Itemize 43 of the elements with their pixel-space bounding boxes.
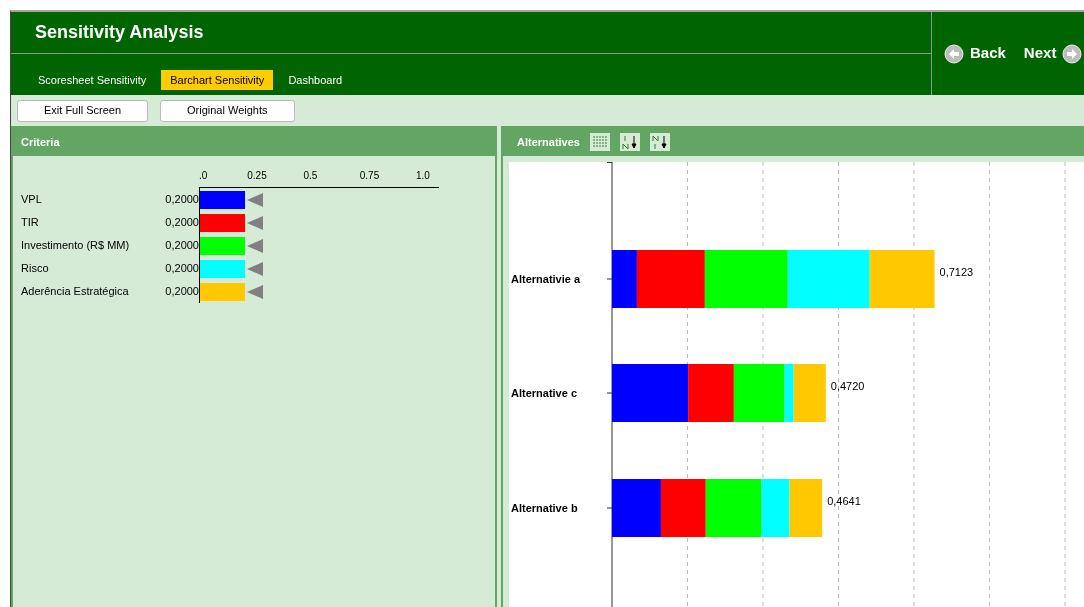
value-label: 0,7123 [939,266,974,278]
criterion-weight: 0,2000 [164,238,199,254]
sort-ascending-icon[interactable] [620,133,640,151]
criterion-label: Investimento (R$ MM) [21,238,131,254]
category-label: Alternative b [511,502,578,514]
slider-handle-icon[interactable] [247,238,263,253]
bar-segment [869,250,935,308]
slider-handle-icon[interactable] [247,215,263,230]
back-button[interactable]: Back [970,42,1006,65]
slider-handle-icon[interactable] [247,284,263,299]
tab[interactable]: Barchart Sensitivity [161,69,274,90]
sort-descending-icon[interactable] [650,133,670,151]
axis-tick-label: 1.0 [416,169,430,183]
category-label: Alternativie a [511,273,581,285]
bar-segment [660,479,706,537]
criterion-label: VPL [21,192,43,208]
axis-tick-label: 0.5 [303,169,318,183]
category-label: Alternative c [511,387,578,399]
criterion-weight: 0,2000 [164,192,199,208]
criterion-label: Risco [21,261,50,277]
criterion-weight: 0,2000 [164,261,199,277]
slider-handle-icon[interactable] [247,192,263,207]
toolbar-button[interactable]: Exit Full Screen [17,99,149,122]
criterion-weight: 0,2000 [164,284,199,300]
value-label: 0,4641 [827,495,861,507]
value-label: 0,4720 [830,380,865,392]
tab[interactable]: Dashboard [279,69,352,90]
list-icon[interactable] [590,133,610,151]
axis-tick-label: .0 [199,169,208,183]
axis-tick-label: 0.75 [359,169,380,183]
next-button[interactable]: Next [1023,42,1057,65]
panel-title: Alternatives [517,134,580,150]
criterion-weight: 0,2000 [164,215,199,231]
axis-tick-label: 0.25 [247,169,267,183]
slider-handle-icon[interactable] [247,261,263,276]
bar-segment [789,479,823,537]
criterion-label: Aderência Estratégica [21,284,130,300]
panel-title: Criteria [21,134,60,150]
tab[interactable]: Scoresheet Sensitivity [29,69,156,90]
toolbar-button[interactable]: Original Weights [160,99,295,122]
window-title: Sensitivity Analysis [35,21,204,44]
criterion-label: TIR [21,215,40,231]
bar-segment [612,479,661,537]
